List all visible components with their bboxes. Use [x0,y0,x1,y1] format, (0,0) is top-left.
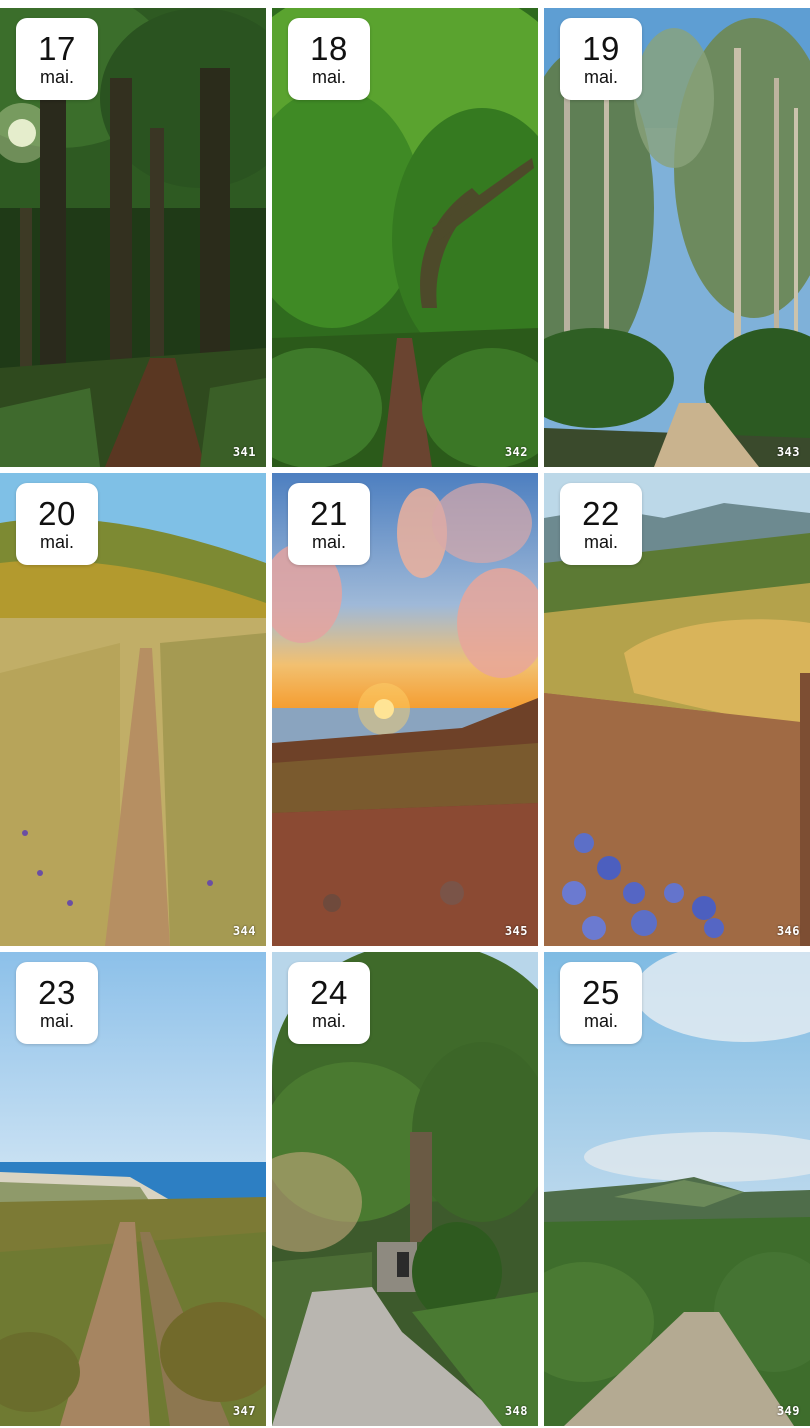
date-day: 24 [310,973,348,1011]
date-badge: 22 mai. [560,483,642,565]
date-badge: 17 mai. [16,18,98,100]
date-badge: 20 mai. [16,483,98,565]
date-day: 23 [38,973,76,1011]
story-tile[interactable]: 20 mai. 344 [0,473,266,946]
date-day: 18 [310,29,348,67]
date-badge: 19 mai. [560,18,642,100]
story-tile[interactable]: 19 mai. 343 [544,8,810,467]
story-number: 342 [504,445,528,459]
story-highlights-grid: 17 mai. 341 18 mai. 342 19 mai. 343 20 m… [0,0,810,1428]
date-month: mai. [39,531,74,552]
story-tile[interactable]: 18 mai. 342 [272,8,538,467]
date-month: mai. [311,531,346,552]
date-day: 17 [38,29,76,67]
date-month: mai. [39,1010,74,1031]
date-day: 21 [310,494,348,532]
date-month: mai. [311,1010,346,1031]
date-month: mai. [39,66,74,87]
date-badge: 24 mai. [288,962,370,1044]
date-day: 19 [582,29,620,67]
story-tile[interactable]: 22 mai. 346 [544,473,810,946]
story-number: 343 [776,445,800,459]
story-number: 344 [232,924,256,938]
date-badge: 25 mai. [560,962,642,1044]
story-tile[interactable]: 24 mai. 348 [272,952,538,1426]
story-tile[interactable]: 17 mai. 341 [0,8,266,467]
date-day: 20 [38,494,76,532]
date-badge: 21 mai. [288,483,370,565]
story-tile[interactable]: 21 mai. 345 [272,473,538,946]
date-badge: 23 mai. [16,962,98,1044]
date-month: mai. [311,66,346,87]
story-tile[interactable]: 23 mai. 347 [0,952,266,1426]
story-number: 341 [232,445,256,459]
date-day: 22 [582,494,620,532]
story-number: 347 [232,1404,256,1418]
date-month: mai. [583,531,618,552]
story-tile[interactable]: 25 mai. 349 [544,952,810,1426]
date-month: mai. [583,1010,618,1031]
date-day: 25 [582,973,620,1011]
story-number: 346 [776,924,800,938]
story-number: 345 [504,924,528,938]
date-month: mai. [583,66,618,87]
date-badge: 18 mai. [288,18,370,100]
story-number: 349 [776,1404,800,1418]
story-number: 348 [504,1404,528,1418]
